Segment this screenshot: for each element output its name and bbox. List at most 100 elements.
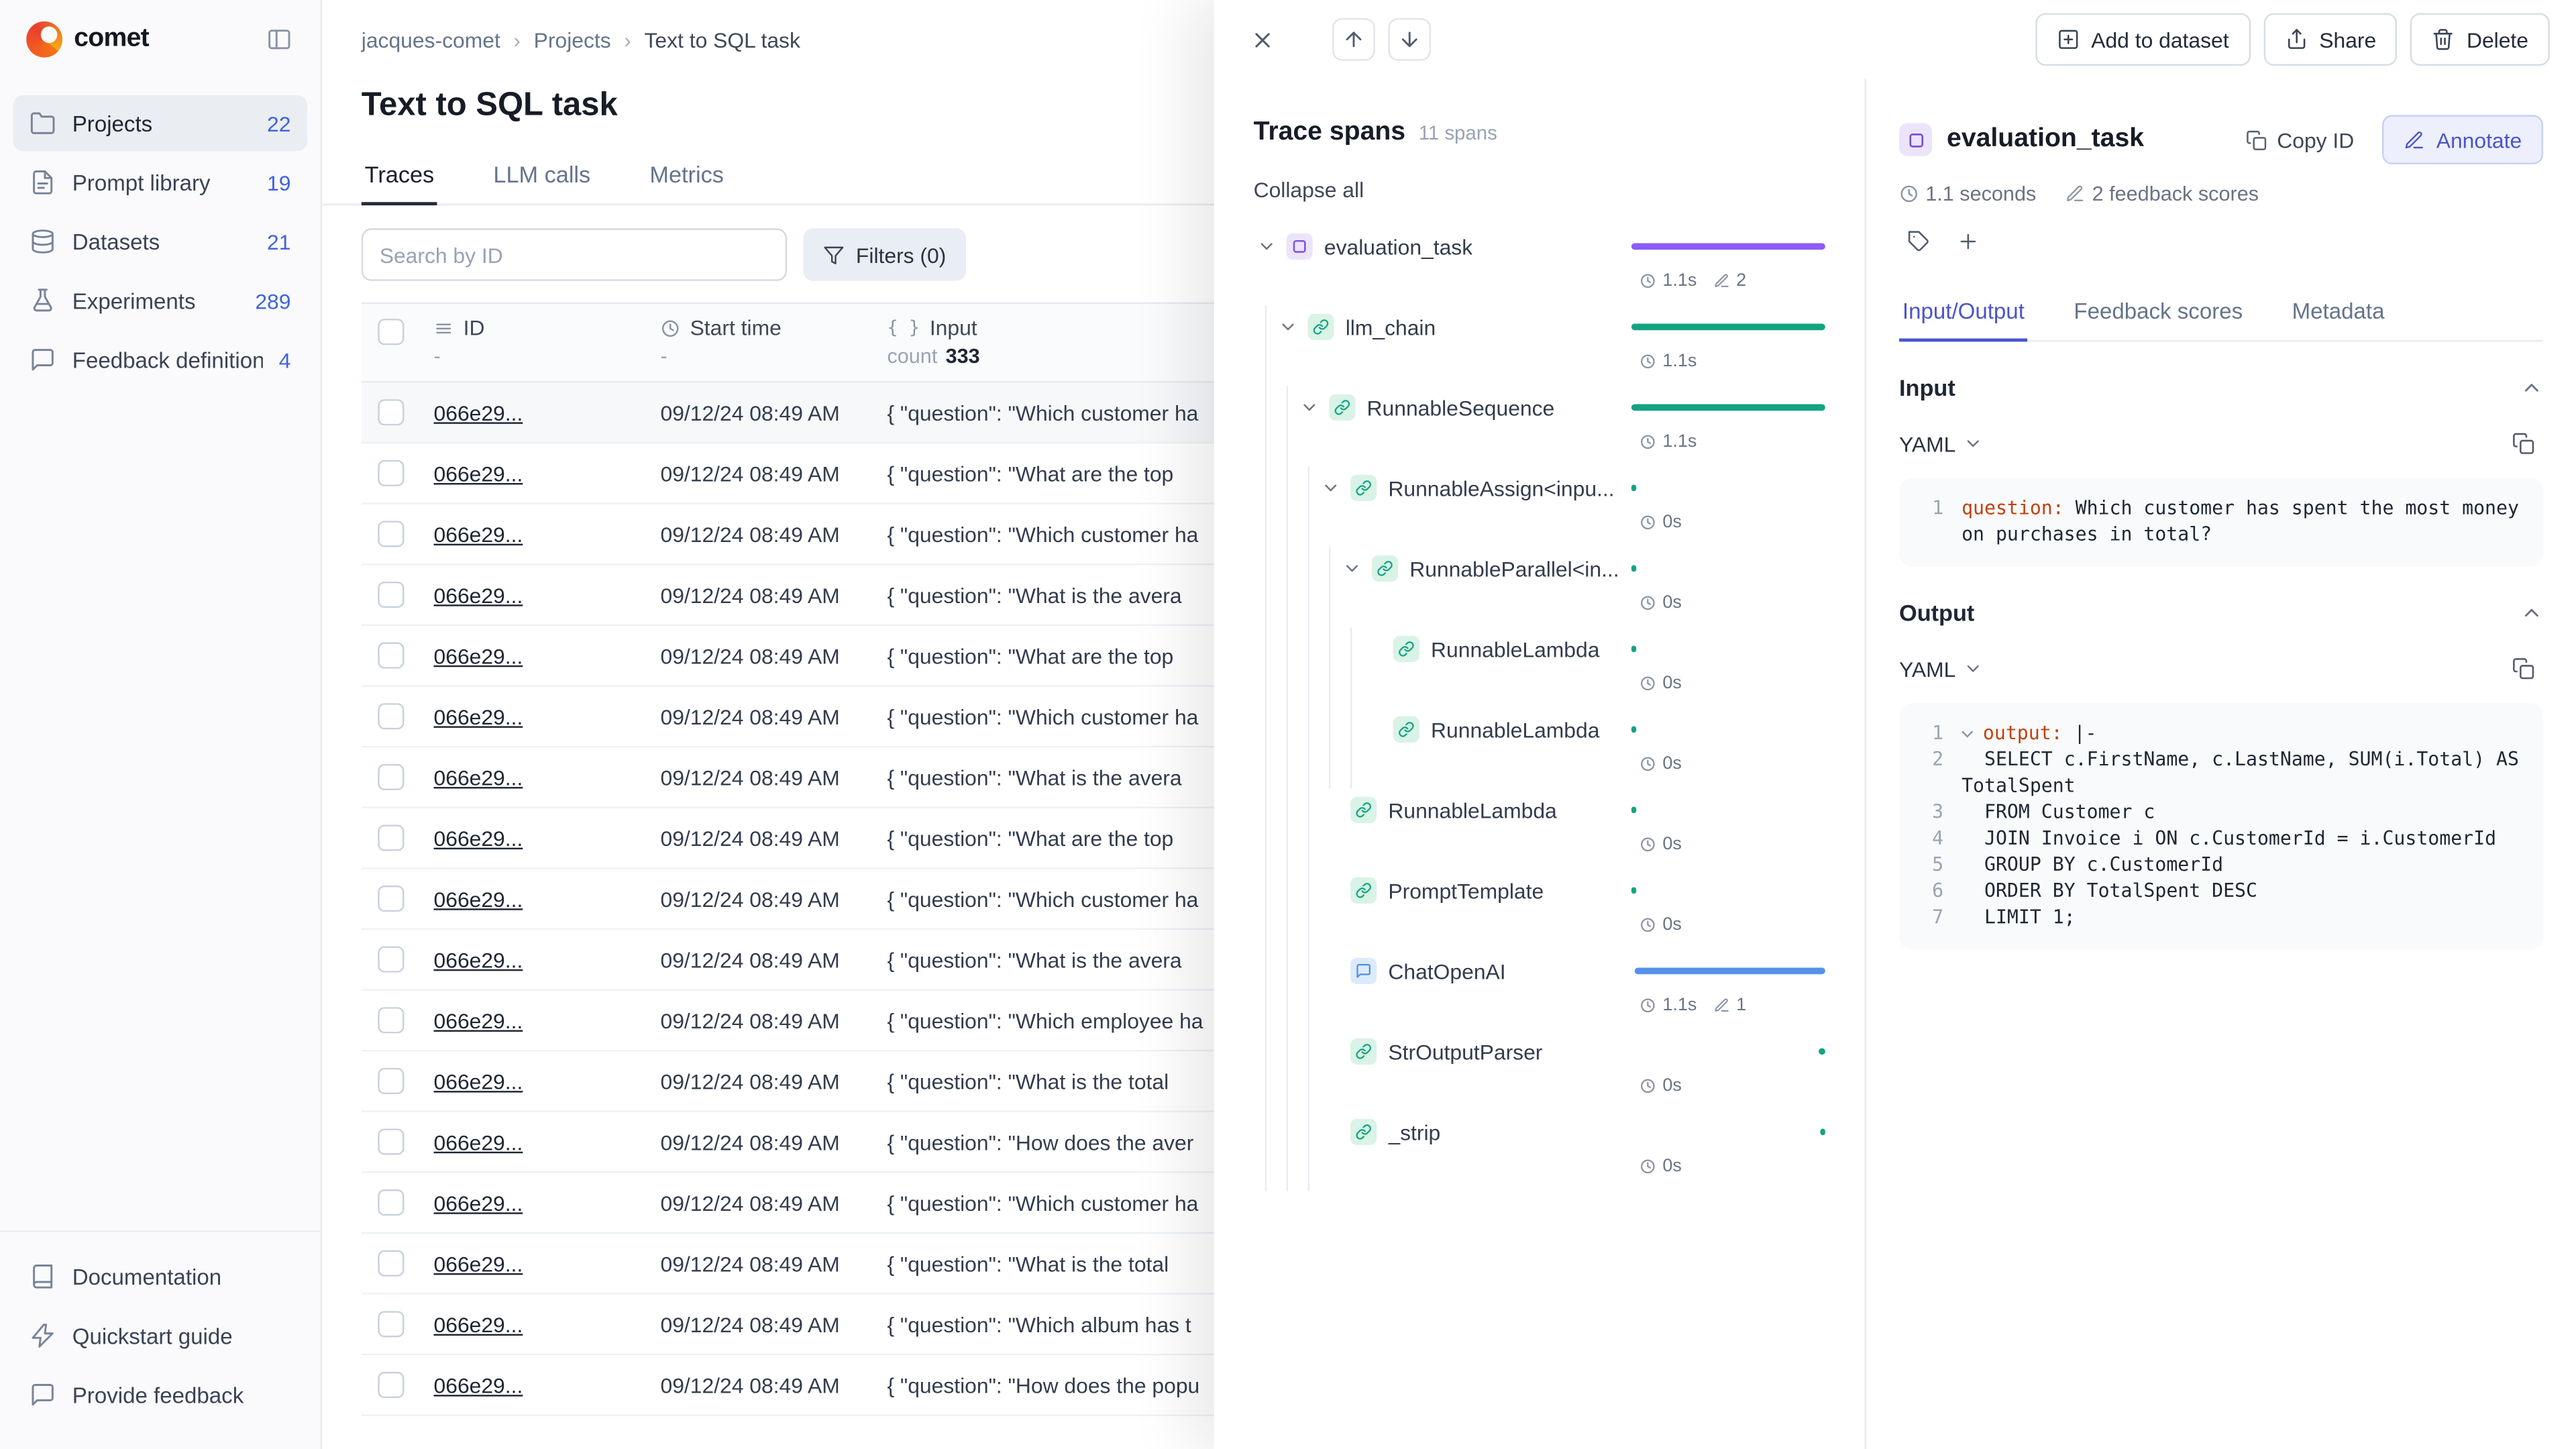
sidebar-item-prompt-library[interactable]: Prompt library 19: [13, 154, 307, 210]
annotate-button[interactable]: Annotate: [2382, 115, 2543, 164]
copy-input-button[interactable]: [2504, 424, 2543, 464]
collapse-all-button[interactable]: Collapse all: [1254, 177, 1364, 202]
span-row[interactable]: RunnableLambda 0s: [1254, 708, 1825, 789]
chevron-down-icon[interactable]: [1275, 314, 1301, 340]
trace-id-link[interactable]: 066e29...: [434, 1130, 523, 1155]
span-row[interactable]: RunnableLambda 0s: [1254, 789, 1825, 869]
trace-id-link[interactable]: 066e29...: [434, 1312, 523, 1337]
sidebar-item-documentation[interactable]: Documentation: [13, 1248, 307, 1304]
trace-id-link[interactable]: 066e29...: [434, 765, 523, 790]
chain-icon: [1350, 877, 1377, 904]
trace-id-link[interactable]: 066e29...: [434, 826, 523, 851]
row-checkbox[interactable]: [378, 1007, 404, 1033]
sidebar-item-quickstart-guide[interactable]: Quickstart guide: [13, 1307, 307, 1363]
trace-id-link[interactable]: 066e29...: [434, 1373, 523, 1397]
span-row[interactable]: PromptTemplate 0s: [1254, 869, 1825, 950]
span-meta: 0s: [1631, 674, 1825, 693]
trace-id-link[interactable]: 066e29...: [434, 522, 523, 547]
output-format-select[interactable]: YAML: [1899, 656, 1984, 681]
span-row[interactable]: _strip 0s: [1254, 1111, 1825, 1191]
row-checkbox[interactable]: [378, 399, 404, 425]
span-row[interactable]: evaluation_task 1.1s 2: [1254, 225, 1825, 306]
input-section-header[interactable]: Input: [1899, 374, 2543, 400]
chevron-down-icon[interactable]: [1962, 726, 1973, 737]
span-row[interactable]: RunnableAssign<inpu... 0s: [1254, 467, 1825, 547]
tab-traces[interactable]: Traces: [362, 146, 437, 204]
trace-id-link[interactable]: 066e29...: [434, 704, 523, 729]
row-checkbox[interactable]: [378, 1189, 404, 1216]
add-tag-button[interactable]: [1899, 222, 1939, 262]
row-checkbox[interactable]: [378, 1068, 404, 1094]
trace-id-link[interactable]: 066e29...: [434, 400, 523, 425]
input-format-select[interactable]: YAML: [1899, 431, 1984, 456]
tab-metadata[interactable]: Metadata: [2289, 286, 2388, 340]
row-checkbox[interactable]: [378, 764, 404, 790]
row-checkbox[interactable]: [378, 885, 404, 912]
span-row[interactable]: llm_chain 1.1s: [1254, 306, 1825, 386]
chevron-right-icon: ›: [624, 28, 631, 53]
span-row[interactable]: StrOutputParser 0s: [1254, 1030, 1825, 1111]
column-header-id[interactable]: ID: [434, 314, 635, 342]
trace-id-link[interactable]: 066e29...: [434, 1069, 523, 1093]
close-button[interactable]: [1240, 18, 1283, 61]
chevron-down-icon[interactable]: [1339, 555, 1365, 582]
trace-id-link[interactable]: 066e29...: [434, 1251, 523, 1276]
clock-icon: [1640, 837, 1656, 853]
trace-id-link[interactable]: 066e29...: [434, 947, 523, 972]
tab-metrics[interactable]: Metrics: [646, 146, 727, 204]
delete-button[interactable]: Delete: [2411, 13, 2550, 66]
copy-output-button[interactable]: [2504, 649, 2543, 688]
row-checkbox[interactable]: [378, 1372, 404, 1398]
chat-icon: [1350, 958, 1377, 984]
span-duration-bar: [1631, 484, 1636, 491]
row-checkbox[interactable]: [378, 521, 404, 547]
sidebar-item-feedback-definitions[interactable]: Feedback definitions 4: [13, 332, 307, 388]
breadcrumb-projects[interactable]: Projects: [534, 28, 611, 53]
sidebar-item-datasets[interactable]: Datasets 21: [13, 213, 307, 269]
span-row[interactable]: RunnableLambda 0s: [1254, 628, 1825, 708]
row-checkbox[interactable]: [378, 460, 404, 486]
sidebar-item-label: Datasets: [72, 229, 251, 254]
trace-id-link[interactable]: 066e29...: [434, 1190, 523, 1215]
tab-feedback-scores[interactable]: Feedback scores: [2070, 286, 2246, 340]
previous-trace-button[interactable]: [1332, 18, 1375, 61]
add-to-dataset-button[interactable]: Add to dataset: [2035, 13, 2250, 66]
sidebar-item-experiments[interactable]: Experiments 289: [13, 273, 307, 329]
sidebar-item-provide-feedback[interactable]: Provide feedback: [13, 1367, 307, 1423]
row-checkbox[interactable]: [378, 643, 404, 669]
sidebar-item-projects[interactable]: Projects 22: [13, 95, 307, 151]
add-button[interactable]: [1948, 222, 1988, 262]
row-checkbox[interactable]: [378, 1128, 404, 1155]
row-checkbox[interactable]: [378, 1311, 404, 1337]
next-trace-button[interactable]: [1388, 18, 1431, 61]
filters-button[interactable]: Filters (0): [804, 228, 966, 280]
row-checkbox[interactable]: [378, 947, 404, 973]
trace-id-link[interactable]: 066e29...: [434, 461, 523, 486]
input-code-block: 1question: Which customer has spent the …: [1899, 478, 2543, 567]
row-checkbox[interactable]: [378, 703, 404, 729]
chevron-down-icon[interactable]: [1296, 394, 1322, 421]
tab-input-output[interactable]: Input/Output: [1899, 286, 2028, 340]
sidebar-toggle-icon[interactable]: [258, 18, 301, 61]
trace-id-link[interactable]: 066e29...: [434, 1008, 523, 1032]
chevron-down-icon[interactable]: [1254, 233, 1280, 260]
trace-id-link[interactable]: 066e29...: [434, 886, 523, 911]
row-checkbox[interactable]: [378, 824, 404, 851]
row-checkbox[interactable]: [378, 582, 404, 608]
row-checkbox[interactable]: [378, 1250, 404, 1277]
copy-id-button[interactable]: Copy ID: [2233, 117, 2367, 162]
chevron-down-icon[interactable]: [1318, 475, 1344, 501]
code-line-text: ORDER BY TotalSpent DESC: [1962, 877, 2257, 904]
tab-llm-calls[interactable]: LLM calls: [490, 146, 594, 204]
span-row[interactable]: RunnableSequence 1.1s: [1254, 386, 1825, 467]
output-section-header[interactable]: Output: [1899, 600, 2543, 626]
trace-id-link[interactable]: 066e29...: [434, 643, 523, 668]
span-row[interactable]: RunnableParallel<in... 0s: [1254, 547, 1825, 628]
trace-id-link[interactable]: 066e29...: [434, 582, 523, 607]
breadcrumb-workspace[interactable]: jacques-comet: [362, 28, 500, 53]
column-header-start-time[interactable]: Start time: [660, 314, 861, 342]
search-input[interactable]: [362, 228, 787, 280]
share-button[interactable]: Share: [2263, 13, 2398, 66]
span-row[interactable]: ChatOpenAI 1.1s 1: [1254, 950, 1825, 1030]
select-all-checkbox[interactable]: [378, 319, 404, 345]
